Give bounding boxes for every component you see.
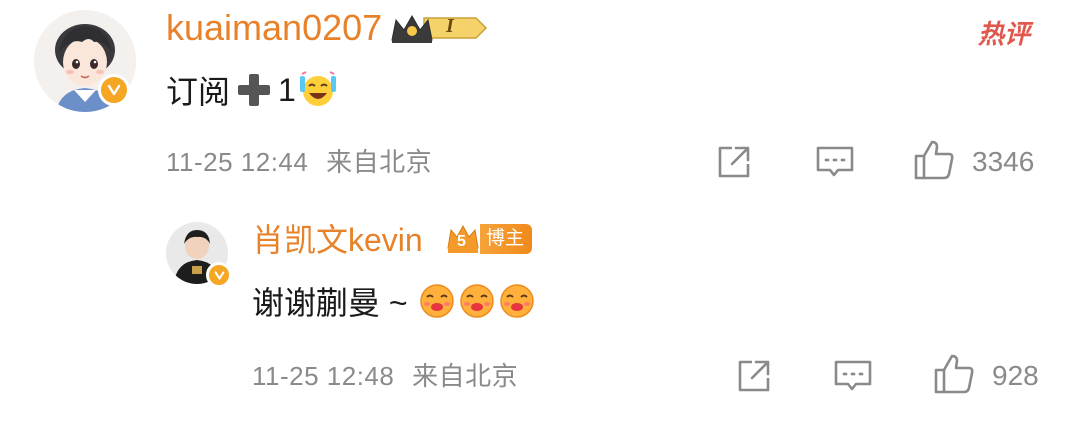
reply-content: 谢谢蒯曼 ~	[252, 278, 536, 324]
laugh-cry-emoji-icon	[298, 70, 338, 110]
comment-icon[interactable]	[832, 356, 874, 396]
reply-timestamp: 11-25 12:48	[252, 361, 395, 391]
verified-icon	[98, 74, 130, 106]
comment-location: 来自北京	[326, 147, 433, 177]
level-badge-text: I	[446, 15, 454, 37]
reply-username[interactable]: 肖凯文kevin	[252, 220, 423, 260]
comment-icon[interactable]	[814, 142, 856, 182]
hot-comment-badge: 热评	[978, 19, 1031, 49]
blogger-label: 博主	[480, 224, 533, 254]
like-count: 3346	[972, 146, 1035, 177]
reply-like-count: 928	[992, 360, 1039, 391]
kiss-emoji-icon	[418, 282, 456, 320]
comment-content: 订阅 1	[166, 68, 338, 112]
comment-text-suffix: 1	[278, 71, 296, 108]
share-icon[interactable]	[734, 356, 774, 396]
comment-meta: 11-25 12:44 来自北京	[166, 144, 432, 180]
share-icon[interactable]	[714, 142, 754, 182]
reply-verified-icon	[206, 262, 232, 288]
crown-badge-icon: 5	[446, 222, 480, 256]
comment-text: 订阅	[166, 74, 231, 110]
comment-username[interactable]: kuaiman0207	[166, 8, 382, 48]
reply-text: 谢谢蒯曼 ~	[252, 285, 408, 321]
blogger-level: 5	[457, 233, 466, 250]
thumbs-up-icon[interactable]	[932, 352, 976, 396]
crown-badge-icon: I	[388, 10, 490, 46]
heavy-plus-icon	[232, 70, 276, 110]
comment-timestamp: 11-25 12:44	[166, 147, 309, 177]
thumbs-up-icon[interactable]	[912, 138, 956, 182]
kiss-emoji-icon	[498, 282, 536, 320]
blogger-badge: 5 博主	[446, 222, 533, 256]
reply-meta: 11-25 12:48 来自北京	[252, 358, 518, 394]
reply-location: 来自北京	[412, 361, 519, 391]
kiss-emoji-icon	[458, 282, 496, 320]
